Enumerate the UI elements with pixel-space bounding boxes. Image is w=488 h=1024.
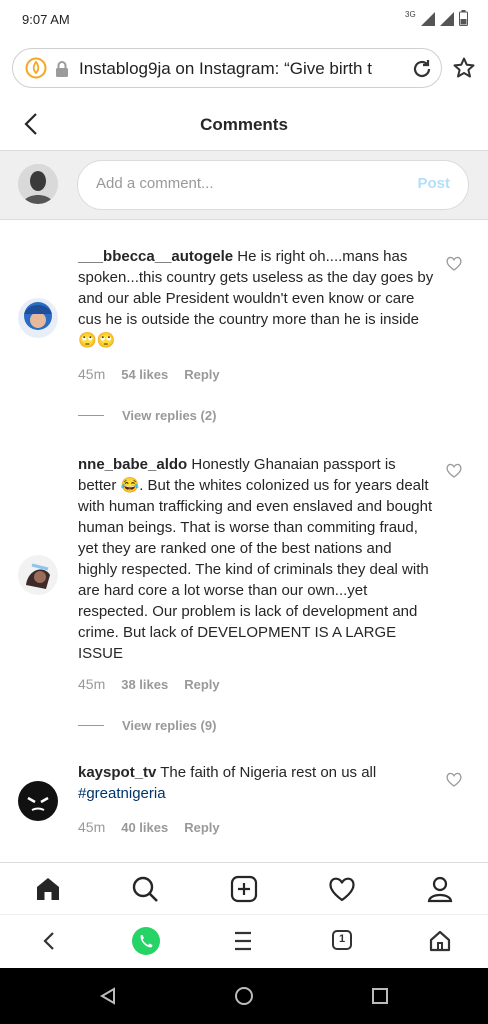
heart-icon[interactable] — [328, 875, 356, 903]
view-replies-label: View replies (2) — [122, 408, 217, 423]
comment-likes[interactable]: 38 likes — [121, 677, 168, 692]
comment-meta: 45m 38 likes Reply — [78, 676, 220, 692]
like-heart-icon[interactable] — [446, 772, 462, 787]
home-icon[interactable] — [34, 875, 62, 903]
nav-home-icon[interactable] — [234, 986, 254, 1006]
commenter-avatar[interactable] — [18, 298, 58, 338]
menu-icon[interactable] — [233, 929, 253, 953]
comment-body: kayspot_tv The faith of Nigeria rest on … — [78, 762, 434, 804]
my-avatar-image — [18, 164, 58, 204]
nav-recents-icon[interactable] — [370, 986, 390, 1006]
browser-bottom-bar: 1 — [0, 914, 488, 969]
commenter-avatar-image — [18, 298, 58, 338]
url-text[interactable]: Instablog9ja on Instagram: “Give birth t — [79, 59, 399, 79]
comment-time: 45m — [78, 676, 106, 692]
comment-time: 45m — [78, 819, 106, 835]
comment-text: Honestly Ghanaian passport is better 😂. … — [78, 456, 433, 662]
signal-2-icon — [440, 12, 454, 26]
comment-meta: 45m 54 likes Reply — [78, 366, 220, 382]
view-replies-line — [78, 415, 104, 416]
tabs-button[interactable]: 1 — [331, 929, 353, 951]
reply-button[interactable]: Reply — [184, 820, 219, 835]
comment-meta: 45m 40 likes Reply — [78, 819, 220, 835]
browser-back-icon[interactable] — [40, 929, 60, 953]
commenter-avatar[interactable] — [18, 555, 58, 595]
url-bar[interactable]: Instablog9ja on Instagram: “Give birth t — [12, 48, 442, 88]
signal-icon — [421, 12, 435, 26]
post-button[interactable]: Post — [417, 175, 450, 192]
comments-header: Comments — [0, 98, 488, 150]
reply-button[interactable]: Reply — [184, 367, 219, 382]
status-bar: 9:07 AM 3G — [0, 0, 488, 40]
comment-username[interactable]: nne_babe_aldo — [78, 456, 187, 473]
my-avatar — [18, 164, 58, 204]
reload-icon[interactable] — [410, 57, 434, 81]
browser-home-icon[interactable] — [428, 929, 452, 953]
tabs-count: 1 — [338, 933, 346, 945]
comment-username[interactable]: ___bbecca__autogele — [78, 248, 233, 265]
whatsapp-icon[interactable] — [131, 926, 161, 956]
app-tab-bar — [0, 862, 488, 915]
comment-time: 45m — [78, 366, 106, 382]
comment-username[interactable]: kayspot_tv — [78, 764, 156, 781]
view-replies-line — [78, 725, 104, 726]
like-heart-icon[interactable] — [446, 463, 462, 478]
comment-body: nne_babe_aldo Honestly Ghanaian passport… — [78, 454, 434, 664]
commenter-avatar-image — [18, 781, 58, 821]
star-icon[interactable] — [452, 56, 476, 80]
view-replies-button[interactable]: View replies (9) — [78, 718, 216, 733]
view-replies-label: View replies (9) — [122, 718, 217, 733]
commenter-avatar-image — [18, 555, 58, 595]
comment-input[interactable]: Add a comment... — [96, 175, 214, 192]
status-time: 9:07 AM — [22, 12, 70, 27]
nav-back-icon[interactable] — [98, 986, 118, 1006]
comment-body: ___bbecca__autogele He is right oh....ma… — [78, 246, 434, 351]
hashtag-link[interactable]: #greatnigeria — [78, 785, 166, 802]
browser-logo-icon[interactable] — [25, 57, 47, 79]
status-icons: 3G — [405, 10, 468, 26]
reply-button[interactable]: Reply — [184, 677, 219, 692]
system-nav-bar — [0, 968, 488, 1024]
comment-likes[interactable]: 54 likes — [121, 367, 168, 382]
battery-icon — [459, 10, 468, 26]
view-replies-button[interactable]: View replies (2) — [78, 408, 216, 423]
like-heart-icon[interactable] — [446, 256, 462, 271]
comment-text: The faith of Nigeria rest on us all — [156, 764, 377, 781]
comment-likes[interactable]: 40 likes — [121, 820, 168, 835]
comment-composer: Add a comment... Post — [0, 150, 488, 220]
new-post-icon[interactable] — [230, 875, 258, 903]
lock-icon — [56, 61, 68, 77]
search-icon[interactable] — [131, 875, 159, 903]
page-title: Comments — [200, 115, 288, 134]
profile-icon[interactable] — [426, 875, 454, 903]
network-type: 3G — [405, 10, 416, 19]
browser-toolbar: Instablog9ja on Instagram: “Give birth t — [0, 40, 488, 99]
commenter-avatar[interactable] — [18, 781, 58, 821]
comment-input-box[interactable]: Add a comment... Post — [77, 160, 469, 210]
